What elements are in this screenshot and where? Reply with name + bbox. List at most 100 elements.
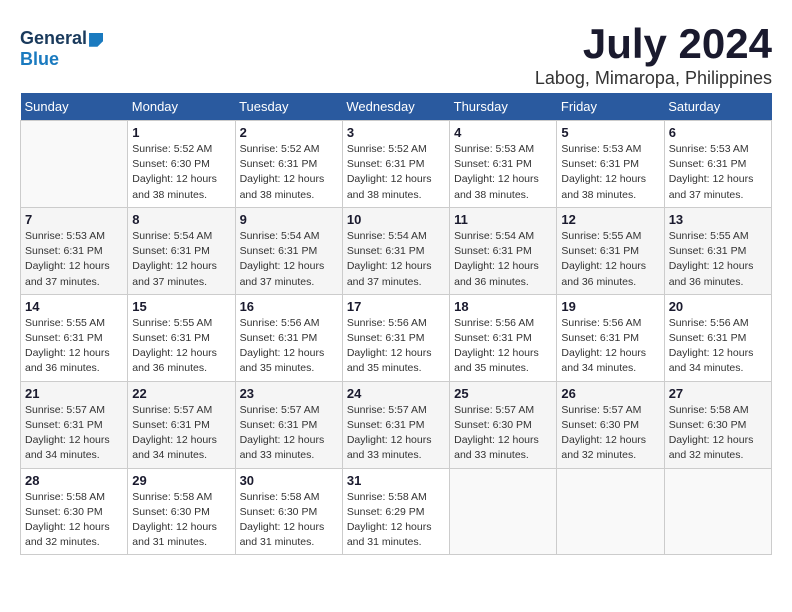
calendar-week-5: 28Sunrise: 5:58 AM Sunset: 6:30 PM Dayli… [21, 468, 772, 555]
calendar-cell: 27 Sunrise: 5:58 AM Sunset: 6:30 PM Dayli… [664, 381, 771, 468]
calendar-cell [557, 468, 664, 555]
day-number: 1 [132, 125, 230, 140]
calendar-cell: 20Sunrise: 5:56 AM Sunset: 6:31 PM Dayli… [664, 294, 771, 381]
day-number: 14 [25, 299, 123, 314]
calendar-cell: 26 Sunrise: 5:57 AM Sunset: 6:30 PM Dayli… [557, 381, 664, 468]
day-number: 12 [561, 212, 659, 227]
column-header-saturday: Saturday [664, 93, 771, 121]
day-number: 27 [669, 386, 767, 401]
calendar-cell: 7Sunrise: 5:53 AM Sunset: 6:31 PM Daylig… [21, 207, 128, 294]
calendar-cell: 8Sunrise: 5:54 AM Sunset: 6:31 PM Daylig… [128, 207, 235, 294]
day-info: Sunrise: 5:58 AM Sunset: 6:30 PM Dayligh… [240, 490, 338, 551]
calendar-cell [21, 121, 128, 208]
day-number: 25 [454, 386, 552, 401]
calendar-cell: 6 Sunrise: 5:53 AM Sunset: 6:31 PM Daylig… [664, 121, 771, 208]
calendar-cell: 29 Sunrise: 5:58 AM Sunset: 6:30 PM Dayli… [128, 468, 235, 555]
day-number: 26 [561, 386, 659, 401]
logo: General Blue [20, 28, 103, 70]
day-info: Sunrise: 5:53 AM Sunset: 6:31 PM Dayligh… [25, 229, 123, 290]
day-info: Sunrise: 5:55 AM Sunset: 6:31 PM Dayligh… [669, 229, 767, 290]
day-number: 21 [25, 386, 123, 401]
calendar-week-1: 1 Sunrise: 5:52 AM Sunset: 6:30 PM Daylig… [21, 121, 772, 208]
day-info: Sunrise: 5:56 AM Sunset: 6:31 PM Dayligh… [240, 316, 338, 377]
calendar-cell: 1 Sunrise: 5:52 AM Sunset: 6:30 PM Daylig… [128, 121, 235, 208]
day-number: 17 [347, 299, 445, 314]
day-info: Sunrise: 5:58 AM Sunset: 6:30 PM Dayligh… [25, 490, 123, 551]
day-info: Sunrise: 5:56 AM Sunset: 6:31 PM Dayligh… [454, 316, 552, 377]
column-header-friday: Friday [557, 93, 664, 121]
day-info: Sunrise: 5:56 AM Sunset: 6:31 PM Dayligh… [669, 316, 767, 377]
day-info: Sunrise: 5:53 AM Sunset: 6:31 PM Dayligh… [454, 142, 552, 203]
day-number: 29 [132, 473, 230, 488]
page-header: July 2024 Labog, Mimaropa, Philippines [20, 20, 772, 89]
calendar-cell: 23 Sunrise: 5:57 AM Sunset: 6:31 PM Dayli… [235, 381, 342, 468]
calendar-cell: 30 Sunrise: 5:58 AM Sunset: 6:30 PM Dayli… [235, 468, 342, 555]
day-number: 23 [240, 386, 338, 401]
day-info: Sunrise: 5:58 AM Sunset: 6:29 PM Dayligh… [347, 490, 445, 551]
day-number: 24 [347, 386, 445, 401]
calendar-cell: 4 Sunrise: 5:53 AM Sunset: 6:31 PM Daylig… [450, 121, 557, 208]
calendar-week-4: 21 Sunrise: 5:57 AM Sunset: 6:31 PM Dayli… [21, 381, 772, 468]
day-info: Sunrise: 5:53 AM Sunset: 6:31 PM Dayligh… [669, 142, 767, 203]
day-info: Sunrise: 5:58 AM Sunset: 6:30 PM Dayligh… [669, 403, 767, 464]
day-number: 9 [240, 212, 338, 227]
calendar-cell: 25 Sunrise: 5:57 AM Sunset: 6:30 PM Dayli… [450, 381, 557, 468]
calendar-table: SundayMondayTuesdayWednesdayThursdayFrid… [20, 93, 772, 555]
calendar-cell: 16Sunrise: 5:56 AM Sunset: 6:31 PM Dayli… [235, 294, 342, 381]
calendar-week-3: 14 Sunrise: 5:55 AM Sunset: 6:31 PM Dayli… [21, 294, 772, 381]
column-header-wednesday: Wednesday [342, 93, 449, 121]
day-info: Sunrise: 5:52 AM Sunset: 6:30 PM Dayligh… [132, 142, 230, 203]
day-info: Sunrise: 5:54 AM Sunset: 6:31 PM Dayligh… [132, 229, 230, 290]
calendar-cell: 31Sunrise: 5:58 AM Sunset: 6:29 PM Dayli… [342, 468, 449, 555]
calendar-header-row: SundayMondayTuesdayWednesdayThursdayFrid… [21, 93, 772, 121]
calendar-cell: 2 Sunrise: 5:52 AM Sunset: 6:31 PM Daylig… [235, 121, 342, 208]
day-info: Sunrise: 5:57 AM Sunset: 6:30 PM Dayligh… [454, 403, 552, 464]
day-info: Sunrise: 5:57 AM Sunset: 6:31 PM Dayligh… [132, 403, 230, 464]
day-number: 22 [132, 386, 230, 401]
day-number: 18 [454, 299, 552, 314]
day-info: Sunrise: 5:58 AM Sunset: 6:30 PM Dayligh… [132, 490, 230, 551]
calendar-cell: 28Sunrise: 5:58 AM Sunset: 6:30 PM Dayli… [21, 468, 128, 555]
day-info: Sunrise: 5:52 AM Sunset: 6:31 PM Dayligh… [347, 142, 445, 203]
column-header-sunday: Sunday [21, 93, 128, 121]
logo-icon [89, 33, 103, 47]
day-info: Sunrise: 5:57 AM Sunset: 6:30 PM Dayligh… [561, 403, 659, 464]
calendar-cell: 13 Sunrise: 5:55 AM Sunset: 6:31 PM Dayli… [664, 207, 771, 294]
day-number: 2 [240, 125, 338, 140]
column-header-thursday: Thursday [450, 93, 557, 121]
calendar-cell: 11 Sunrise: 5:54 AM Sunset: 6:31 PM Dayli… [450, 207, 557, 294]
day-number: 30 [240, 473, 338, 488]
day-info: Sunrise: 5:55 AM Sunset: 6:31 PM Dayligh… [132, 316, 230, 377]
day-number: 6 [669, 125, 767, 140]
day-number: 15 [132, 299, 230, 314]
day-number: 4 [454, 125, 552, 140]
day-info: Sunrise: 5:55 AM Sunset: 6:31 PM Dayligh… [561, 229, 659, 290]
day-info: Sunrise: 5:56 AM Sunset: 6:31 PM Dayligh… [561, 316, 659, 377]
logo-blue: Blue [20, 49, 59, 69]
day-info: Sunrise: 5:52 AM Sunset: 6:31 PM Dayligh… [240, 142, 338, 203]
calendar-week-2: 7Sunrise: 5:53 AM Sunset: 6:31 PM Daylig… [21, 207, 772, 294]
column-header-tuesday: Tuesday [235, 93, 342, 121]
day-info: Sunrise: 5:55 AM Sunset: 6:31 PM Dayligh… [25, 316, 123, 377]
day-number: 11 [454, 212, 552, 227]
day-info: Sunrise: 5:54 AM Sunset: 6:31 PM Dayligh… [454, 229, 552, 290]
calendar-cell: 21 Sunrise: 5:57 AM Sunset: 6:31 PM Dayli… [21, 381, 128, 468]
calendar-cell [450, 468, 557, 555]
day-number: 19 [561, 299, 659, 314]
day-info: Sunrise: 5:57 AM Sunset: 6:31 PM Dayligh… [347, 403, 445, 464]
day-info: Sunrise: 5:54 AM Sunset: 6:31 PM Dayligh… [347, 229, 445, 290]
calendar-cell: 24 Sunrise: 5:57 AM Sunset: 6:31 PM Dayli… [342, 381, 449, 468]
page-title: July 2024 [20, 20, 772, 68]
day-info: Sunrise: 5:56 AM Sunset: 6:31 PM Dayligh… [347, 316, 445, 377]
day-number: 13 [669, 212, 767, 227]
day-info: Sunrise: 5:54 AM Sunset: 6:31 PM Dayligh… [240, 229, 338, 290]
calendar-cell: 3 Sunrise: 5:52 AM Sunset: 6:31 PM Daylig… [342, 121, 449, 208]
calendar-cell: 18 Sunrise: 5:56 AM Sunset: 6:31 PM Dayli… [450, 294, 557, 381]
day-number: 3 [347, 125, 445, 140]
day-info: Sunrise: 5:57 AM Sunset: 6:31 PM Dayligh… [240, 403, 338, 464]
calendar-cell: 12 Sunrise: 5:55 AM Sunset: 6:31 PM Dayli… [557, 207, 664, 294]
calendar-cell: 15 Sunrise: 5:55 AM Sunset: 6:31 PM Dayli… [128, 294, 235, 381]
calendar-cell [664, 468, 771, 555]
calendar-cell: 22 Sunrise: 5:57 AM Sunset: 6:31 PM Dayli… [128, 381, 235, 468]
day-info: Sunrise: 5:57 AM Sunset: 6:31 PM Dayligh… [25, 403, 123, 464]
